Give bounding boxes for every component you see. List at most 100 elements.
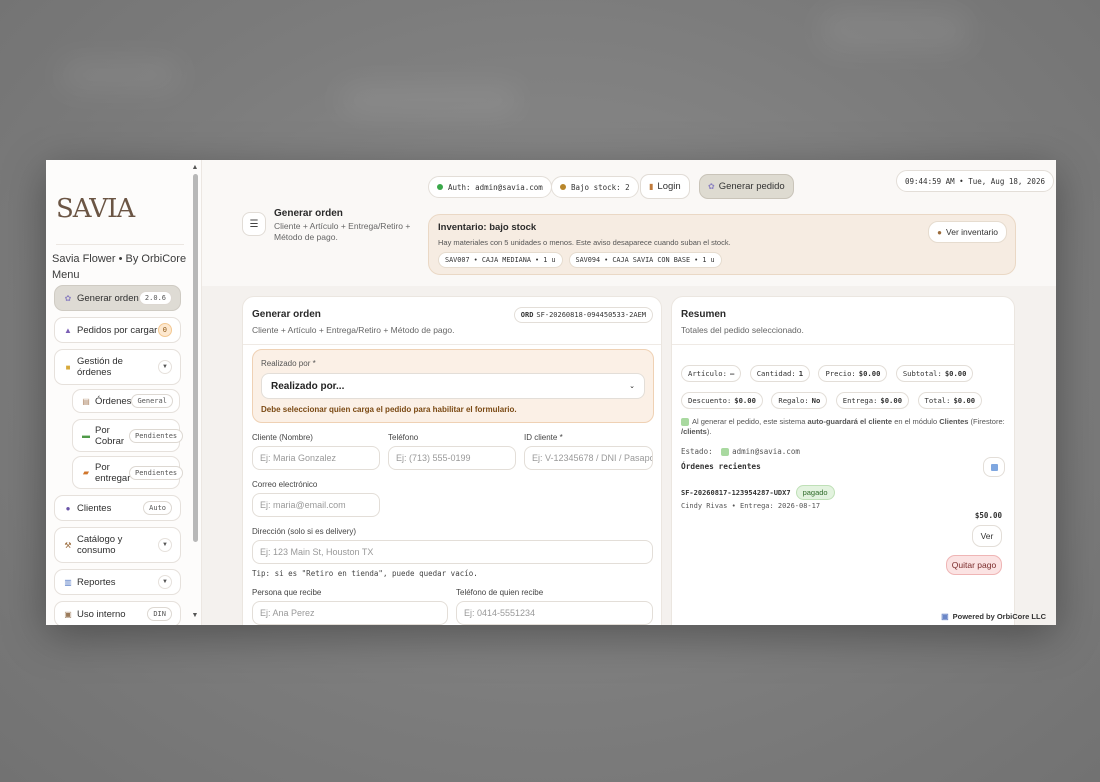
- client-id-label: ID cliente *: [524, 433, 563, 442]
- totals-area: Artículo: — Cantidad: 1 Precio: $0.00 Subto…: [672, 345, 1014, 457]
- remove-payment-button[interactable]: Quitar pago: [946, 555, 1002, 575]
- receiver-input[interactable]: Ej: Ana Perez: [252, 601, 448, 625]
- sidebar-item-label: Por entregar: [95, 461, 131, 484]
- email-label: Correo electrónico: [252, 480, 318, 489]
- total-chip-precio: Precio: $0.00: [818, 365, 888, 382]
- low-stock-text: Bajo stock: 2: [571, 182, 630, 192]
- sidebar-item-label: Catálogo y consumo: [77, 534, 123, 556]
- total-chip-entrega: Entrega: $0.00: [835, 392, 910, 409]
- sidebar-item-label: Órdenes: [95, 395, 132, 407]
- generate-order-button[interactable]: ✿ Generar pedido: [699, 174, 794, 199]
- recent-order-row: SF-20260817-123954287-UDX7 pagado: [681, 485, 835, 500]
- auto-badge: Auto: [143, 501, 172, 515]
- lock-icon: ▮: [649, 182, 654, 191]
- stock-item-tag: SAV007 • CAJA MEDIANA • 1 u: [438, 252, 563, 268]
- email-input[interactable]: Ej: maria@email.com: [252, 493, 380, 517]
- client-id-input[interactable]: Ej: V-12345678 / DNI / Pasaporte: [524, 446, 653, 470]
- datetime-chip: 09:44:59 AM • Tue, Aug 18, 2026: [896, 170, 1054, 192]
- sidebar-item-por-entregar[interactable]: ▰ Por entregar Pendientes: [72, 456, 184, 489]
- phone-input[interactable]: Ej: (713) 555-0199: [388, 446, 516, 470]
- din-badge: DIN: [147, 607, 172, 621]
- placed-by-label: Realizado por *: [261, 359, 316, 368]
- hamburger-icon: ☰: [249, 218, 259, 230]
- sidebar-item-label: Reportes: [77, 576, 116, 588]
- status-value: admin@savia.com: [732, 447, 800, 456]
- login-button[interactable]: ▮ Login: [640, 174, 690, 199]
- order-prefix: ORD: [520, 311, 534, 319]
- page-title: Generar orden: [274, 208, 343, 219]
- sidebar-item-ordenes[interactable]: ▤ Órdenes General: [72, 389, 180, 413]
- money-icon: ▬: [82, 431, 90, 440]
- submenu-gestion: ▤ Órdenes General ▬ Por Cobrar Pendientes …: [72, 389, 184, 489]
- recent-order-detail: Cindy Rivas • Entrega: 2026-08-17: [681, 502, 821, 510]
- receiver-phone-input[interactable]: Ej: 0414-5551234: [456, 601, 653, 625]
- sidebar-item-pedidos-por-cargar[interactable]: ▲ Pedidos por cargar 0: [54, 317, 181, 343]
- alert-title: Inventario: bajo stock: [438, 222, 537, 233]
- sidebar-item-gestion-ordenes[interactable]: ■ Gestión de órdenes ▼: [54, 349, 181, 385]
- chevron-down-icon: ⌄: [629, 383, 635, 390]
- view-order-button[interactable]: Ver: [972, 525, 1002, 547]
- list-icon: [990, 463, 998, 471]
- topbar: Auth: admin@savia.com Bajo stock: 2 ▮ Lo…: [202, 160, 1056, 286]
- sidebar-item-generar-orden[interactable]: ✿ Generar orden 2.0.6: [54, 285, 181, 311]
- version-badge: 2.0.6: [138, 291, 172, 305]
- logo-divider: [56, 244, 184, 245]
- placed-by-warning: Debe seleccionar quien carga el pedido p…: [261, 405, 517, 414]
- sidebar-item-clientes[interactable]: ● Clientes Auto: [54, 495, 181, 521]
- total-chip-articulo: Artículo: —: [681, 365, 742, 382]
- user-icon: ●: [65, 503, 71, 513]
- sidebar-item-reportes[interactable]: ▥ Reportes ▼: [54, 569, 181, 595]
- box-icon: ▣: [64, 609, 72, 619]
- brand-logo: SAVIA: [56, 194, 135, 224]
- address-tip: Tip: si es "Retiro en tienda", puede que…: [252, 569, 478, 578]
- clipboard-icon: ▤: [82, 396, 90, 406]
- placed-by-select[interactable]: Realizado por... ⌄: [261, 373, 645, 399]
- app-window: SAVIA Savia Flower • By OrbiCore Menu ✿ G…: [46, 160, 1056, 625]
- client-name-input[interactable]: Ej: Maria Gonzalez: [252, 446, 380, 470]
- placed-by-value: Realizado por...: [271, 380, 345, 392]
- checkbox-icon: [721, 448, 730, 456]
- generate-order-label: Generar pedido: [718, 181, 785, 192]
- page-subtitle: Cliente + Artículo + Entrega/Retiro + Mé…: [274, 221, 411, 242]
- address-input[interactable]: Ej: 123 Main St, Houston TX: [252, 540, 653, 564]
- auth-status-text: Auth: admin@savia.com: [448, 182, 543, 192]
- sidebar-item-uso-interno[interactable]: ▣ Uso interno DIN: [54, 601, 181, 625]
- autosave-note: Al generar el pedido, este sistema auto-…: [681, 417, 1005, 436]
- orbicore-logo-icon: ▣: [941, 612, 949, 621]
- recent-orders-icon[interactable]: [983, 457, 1005, 477]
- address-label: Dirección (solo si es delivery): [252, 527, 357, 536]
- scroll-up-icon[interactable]: ▲: [191, 164, 199, 171]
- status-label: Estado:: [681, 447, 713, 456]
- receiver-phone-label: Teléfono de quien recibe: [456, 588, 544, 597]
- sidebar-item-label: Uso interno: [77, 608, 126, 620]
- sidebar-item-label: Gestión de órdenes: [77, 356, 123, 378]
- form-subtitle: Cliente + Artículo + Entrega/Retiro + Mé…: [252, 325, 455, 335]
- sidebar-item-por-cobrar[interactable]: ▬ Por Cobrar Pendientes: [72, 419, 184, 452]
- order-form-card: Generar orden Cliente + Artículo + Entre…: [242, 296, 662, 625]
- status-dot: [560, 184, 566, 190]
- view-inventory-button[interactable]: ● Ver inventario: [928, 221, 1007, 243]
- form-divider: [243, 344, 661, 345]
- view-inventory-label: Ver inventario: [946, 227, 998, 237]
- client-name-label: Cliente (Nombre): [252, 433, 313, 442]
- box-icon: ●: [937, 227, 943, 237]
- low-stock-chip: Bajo stock: 2: [551, 176, 639, 198]
- summary-title: Resumen: [681, 309, 727, 320]
- stock-item-tag: SAV094 • CAJA SAVIA CON BASE • 1 u: [568, 252, 722, 268]
- sidebar-item-label: Pedidos por cargar: [77, 324, 158, 336]
- phone-label: Teléfono: [388, 433, 419, 442]
- total-chip-regalo: Regalo: No: [771, 392, 828, 409]
- status-dot: [437, 184, 443, 190]
- sidebar-scrollbar[interactable]: ▲ ▼: [191, 164, 199, 622]
- login-label: Login: [657, 181, 681, 192]
- flower-icon: ✿: [708, 182, 715, 191]
- status-line: Estado: admin@savia.com: [681, 447, 1005, 457]
- scroll-down-icon[interactable]: ▼: [191, 612, 199, 619]
- scroll-thumb[interactable]: [192, 174, 198, 542]
- sidebar-item-catalogo[interactable]: ⚒ Catálogo y consumo ▼: [54, 527, 181, 563]
- flower-icon: ✿: [64, 293, 72, 303]
- recent-order-amount: $50.00: [974, 511, 1002, 520]
- chevron-down-icon: ▼: [158, 360, 172, 374]
- menu-toggle-button[interactable]: ☰: [242, 212, 266, 236]
- recent-order-id: SF-20260817-123954287-UDX7: [681, 488, 791, 497]
